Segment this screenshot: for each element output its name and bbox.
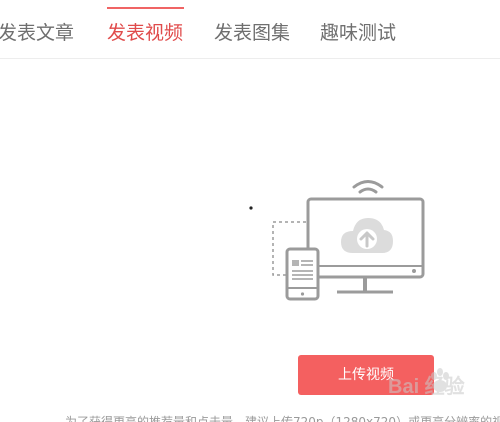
video-upload-illustration <box>249 180 425 301</box>
tab-fun-quiz[interactable]: 趣味测试 <box>320 20 396 46</box>
active-tab-indicator <box>107 7 184 9</box>
stray-dot <box>249 206 253 210</box>
wifi-signal-icon <box>352 180 384 194</box>
upload-resolution-hint: 为了获得更高的推荐量和点击量，建议上传720p（1280x720）或更高分辨率的… <box>65 415 500 422</box>
tab-publish-gallery[interactable]: 发表图集 <box>214 20 290 46</box>
tab-publish-article[interactable]: 发表文章 <box>0 20 74 46</box>
watermark-text: Bai 经验 <box>388 376 465 398</box>
publish-page: 发表文章 发表视频 发表图集 趣味测试 上传视频 为了获得更高的推荐量和点击量，… <box>0 0 500 422</box>
mobile-phone-icon <box>285 247 320 301</box>
baidu-jingyan-watermark: Bai 经验 <box>388 364 498 400</box>
tab-publish-video[interactable]: 发表视频 <box>107 20 183 46</box>
paw-logo-icon <box>431 368 449 392</box>
publish-type-tabs: 发表文章 发表视频 发表图集 趣味测试 <box>0 0 500 59</box>
